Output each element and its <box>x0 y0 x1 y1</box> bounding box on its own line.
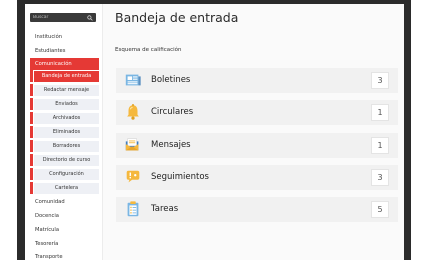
card-label: Mensajes <box>151 140 191 150</box>
card-circulares[interactable]: Circulares 1 <box>116 100 398 125</box>
sidebar-subitem-label[interactable]: Cartelera <box>34 183 99 194</box>
section-label: Esquema de calificación <box>115 47 182 53</box>
card-label: Boletines <box>151 75 191 85</box>
sidebar-subitem-bandeja[interactable]: Bandeja de entrada <box>30 70 99 82</box>
sidebar-subitem-archivados[interactable]: Archivados <box>30 112 99 124</box>
card-seguimientos[interactable]: Seguimientos 3 <box>116 165 398 190</box>
device-bezel-right <box>411 0 428 260</box>
sidebar-subitem-label[interactable]: Borradores <box>34 141 99 152</box>
sidebar-item-tesoreria[interactable]: Tesorería <box>30 238 99 250</box>
submenu-indicator <box>30 84 33 96</box>
sidebar-subitem-label[interactable]: Bandeja de entrada <box>34 71 99 82</box>
sidebar-subitem-configuracion[interactable]: Configuración <box>30 168 99 180</box>
device-frame-right <box>404 0 411 260</box>
device-bezel-left <box>0 0 17 260</box>
sidebar-subitem-borradores[interactable]: Borradores <box>30 140 99 152</box>
submenu-indicator <box>30 168 33 180</box>
sidebar-item-docencia[interactable]: Docencia <box>30 210 99 222</box>
submenu-indicator <box>30 126 33 138</box>
count-badge: 3 <box>371 169 389 186</box>
count-badge: 3 <box>371 72 389 89</box>
sidebar-subitem-redactar[interactable]: Redactar mensaje <box>30 84 99 96</box>
sidebar-subitem-eliminados[interactable]: Eliminados <box>30 126 99 138</box>
newspaper-icon <box>125 74 141 86</box>
card-label: Circulares <box>151 107 194 117</box>
sidebar-item-estudiantes[interactable]: Estudiantes <box>30 45 99 57</box>
count-badge: 1 <box>371 104 389 121</box>
count-badge: 1 <box>371 137 389 154</box>
sidebar-item-transporte[interactable]: Transporte <box>30 251 99 260</box>
sidebar-subitem-cartelera[interactable]: Cartelera <box>30 182 99 194</box>
search-input[interactable] <box>33 13 83 22</box>
chat-alert-icon <box>126 170 140 183</box>
submenu-indicator <box>30 154 33 166</box>
search-icon[interactable] <box>87 14 93 21</box>
search-box[interactable] <box>30 13 96 22</box>
card-mensajes[interactable]: Mensajes 1 <box>116 133 398 158</box>
page-title: Bandeja de entrada <box>115 10 239 25</box>
sidebar-subitem-label[interactable]: Directorio de curso <box>34 155 99 166</box>
card-label: Seguimientos <box>151 172 209 182</box>
device-frame-left <box>17 0 25 260</box>
sidebar-item-matricula[interactable]: Matrícula <box>30 224 99 236</box>
card-boletines[interactable]: Boletines 3 <box>116 68 398 93</box>
card-tareas[interactable]: Tareas 5 <box>116 197 398 222</box>
submenu-indicator <box>30 98 33 110</box>
sidebar-item-institucion[interactable]: Institución <box>30 31 99 43</box>
sidebar-subitem-enviados[interactable]: Enviados <box>30 98 99 110</box>
submenu-indicator <box>30 182 33 194</box>
sidebar: Institución Estudiantes Comunicación Ban… <box>25 4 103 260</box>
count-badge: 5 <box>371 201 389 218</box>
bell-icon <box>127 103 139 120</box>
sidebar-subitem-label[interactable]: Archivados <box>34 113 99 124</box>
clipboard-icon <box>127 201 139 217</box>
submenu-indicator <box>30 140 33 152</box>
submenu-indicator <box>30 70 33 82</box>
submenu-indicator <box>30 112 33 124</box>
main-content: Bandeja de entrada Esquema de calificaci… <box>103 4 404 260</box>
sidebar-item-comunidad[interactable]: Comunidad <box>30 196 99 208</box>
sidebar-item-comunicacion[interactable]: Comunicación <box>30 58 99 70</box>
app-screen: Institución Estudiantes Comunicación Ban… <box>25 4 404 260</box>
sidebar-subitem-label[interactable]: Configuración <box>34 169 99 180</box>
sidebar-subitem-label[interactable]: Redactar mensaje <box>34 85 99 96</box>
sidebar-subitem-label[interactable]: Eliminados <box>34 127 99 138</box>
card-label: Tareas <box>151 204 179 214</box>
sidebar-subitem-directorio[interactable]: Directorio de curso <box>30 154 99 166</box>
sidebar-subitem-label[interactable]: Enviados <box>34 99 99 110</box>
envelope-icon <box>125 138 139 151</box>
